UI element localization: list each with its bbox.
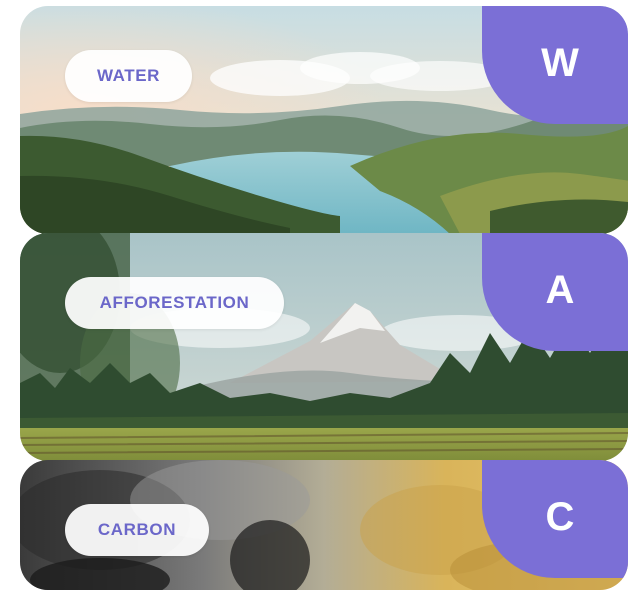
category-card-list: WATER W AFFORESTATION A CARBON C: [0, 0, 630, 590]
category-label-water: WATER: [65, 50, 192, 102]
category-card-afforestation[interactable]: AFFORESTATION A: [20, 233, 628, 461]
category-card-water[interactable]: WATER W: [20, 6, 628, 234]
category-label-carbon: CARBON: [65, 504, 209, 556]
category-card-carbon[interactable]: CARBON C: [20, 460, 628, 590]
category-label-afforestation: AFFORESTATION: [65, 277, 284, 329]
